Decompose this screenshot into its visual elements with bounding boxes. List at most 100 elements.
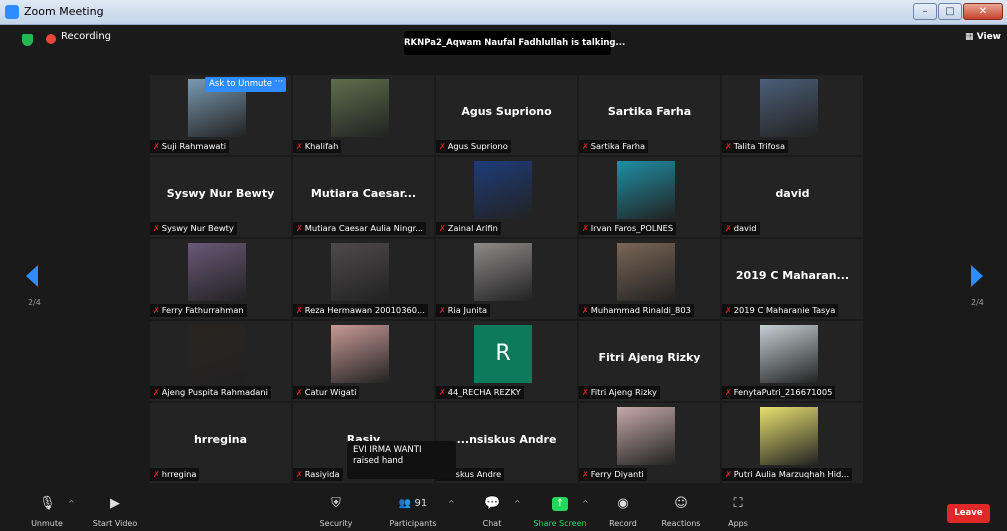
participant-name: Khalifah <box>304 141 339 151</box>
maximize-button[interactable]: □ <box>938 3 962 20</box>
participant-tile[interactable]: ✗ Ajeng Puspita Rahmadani <box>150 321 291 401</box>
apps-button[interactable]: ⛶ Apps <box>705 490 771 531</box>
microphone-muted-icon: ✗ <box>582 142 589 151</box>
participant-photo <box>331 325 389 383</box>
unmute-button[interactable]: 🎙 Unmute <box>14 490 80 531</box>
participant-tile[interactable]: Fitri Ajeng Rizky ✗ Fitri Ajeng Rizky <box>579 321 720 401</box>
participant-tile[interactable]: ✗ Putri Aulia Marzuqhah Hid... <box>722 403 863 483</box>
participant-name-label: ✗ Mutiara Caesar Aulia Ningr... <box>293 222 427 235</box>
participant-name: Suji Rahmawati <box>161 141 226 151</box>
participant-tile[interactable]: Agus Supriono ✗ Agus Supriono <box>436 75 577 155</box>
security-label: Security <box>319 519 353 528</box>
participants-caret-icon[interactable]: ^ <box>448 499 455 508</box>
participant-photo <box>188 325 246 383</box>
participant-name-label: ✗ Ajeng Puspita Rahmadani <box>150 386 271 399</box>
participant-name: Ferry Diyanti <box>590 469 644 479</box>
next-page-arrow-icon[interactable] <box>971 265 983 287</box>
microphone-muted-icon: ✗ <box>439 142 446 151</box>
minimize-button[interactable]: – <box>913 3 937 20</box>
participant-name-label: ✗ Putri Aulia Marzuqhah Hid... <box>722 468 853 481</box>
participants-count: 91 <box>414 498 428 509</box>
participant-tile[interactable]: ✗ Ferry Fathurrahman <box>150 239 291 319</box>
share-screen-icon: ↑ <box>552 497 568 511</box>
previous-page-arrow-icon[interactable] <box>26 265 38 287</box>
participant-tile[interactable]: ✗ Khalifah <box>293 75 434 155</box>
close-button[interactable]: ✕ <box>963 3 1003 20</box>
participant-photo <box>474 161 532 219</box>
microphone-muted-icon: ✗ <box>582 470 589 479</box>
participant-display-name: david <box>775 187 810 200</box>
participant-name-label: ✗ Sartika Farha <box>579 140 649 153</box>
ask-to-unmute-button[interactable]: Ask to Unmute <box>205 77 276 92</box>
microphone-muted-icon: ✗ <box>153 306 160 315</box>
participant-tile[interactable]: ✗ Talita Trifosa <box>722 75 863 155</box>
participant-name: Talita Trifosa <box>733 141 786 151</box>
participant-tile[interactable]: ✗ Reza Hermawan 20010360... <box>293 239 434 319</box>
microphone-muted-icon: ✗ <box>296 224 303 233</box>
participant-display-name: Syswy Nur Bewty <box>166 187 275 200</box>
participant-name-label: ✗ Talita Trifosa <box>722 140 789 153</box>
participant-name: Irvan Faros_POLNES <box>590 223 674 233</box>
chat-button[interactable]: 💬 Chat <box>459 490 525 531</box>
microphone-muted-icon: ✗ <box>153 142 160 151</box>
record-icon: ◉ <box>617 496 629 511</box>
participant-tile[interactable]: ...nsiskus Andre✗...skus Andre <box>436 403 577 483</box>
window-title: Zoom Meeting <box>24 5 104 18</box>
participant-name-label: ✗ Ria Junita <box>436 304 491 317</box>
grid-view-icon: ▦ <box>965 32 977 42</box>
participant-name: Ajeng Puspita Rahmadani <box>161 387 268 397</box>
participant-display-name: ...nsiskus Andre <box>456 433 557 446</box>
participant-tile[interactable]: ✗ FenytaPutri_216671005 <box>722 321 863 401</box>
participant-name-label: ✗ Suji Rahmawati <box>150 140 229 153</box>
participant-name-label: ✗ Rasiyida <box>293 468 343 481</box>
participant-tile[interactable]: ✗ Muhammad Rinaldi_803 <box>579 239 720 319</box>
participant-name-label: ✗ Khalifah <box>293 140 342 153</box>
participant-name: Mutiara Caesar Aulia Ningr... <box>304 223 424 233</box>
participant-tile[interactable]: Mutiara Caesar... ✗ Mutiara Caesar Aulia N… <box>293 157 434 237</box>
participant-tile[interactable]: hrregina ✗ hrregina <box>150 403 291 483</box>
participant-tile[interactable]: ✗ Ferry Diyanti <box>579 403 720 483</box>
participant-photo <box>331 79 389 137</box>
participant-tile[interactable]: ✗ Irvan Faros_POLNES <box>579 157 720 237</box>
audio-options-caret-icon[interactable]: ^ <box>68 499 75 508</box>
participant-tile[interactable]: ✗ Ria Junita <box>436 239 577 319</box>
recording-label[interactable]: Recording <box>61 31 111 42</box>
participant-tile[interactable]: R ✗ 44_RECHA REZKY <box>436 321 577 401</box>
participant-tile[interactable]: Sartika Farha ✗ Sartika Farha <box>579 75 720 155</box>
participant-name: Ria Junita <box>447 305 488 315</box>
zoom-app-icon <box>5 5 19 19</box>
start-video-button[interactable]: ▶ Start Video <box>82 490 148 531</box>
microphone-muted-icon: 🎙 <box>39 496 56 511</box>
participant-tile[interactable]: david ✗ david <box>722 157 863 237</box>
participant-photo <box>188 243 246 301</box>
participant-name: Catur Wigati <box>304 387 357 397</box>
view-button[interactable]: ▦ View <box>965 32 1001 42</box>
shield-icon[interactable] <box>22 34 33 46</box>
microphone-muted-icon: ✗ <box>296 470 303 479</box>
participant-photo <box>617 243 675 301</box>
security-button[interactable]: ⛨ Security <box>303 490 369 531</box>
participant-name: FenytaPutri_216671005 <box>733 387 833 397</box>
participant-photo <box>474 243 532 301</box>
participant-tile[interactable]: Syswy Nur Bewty ✗ Syswy Nur Bewty <box>150 157 291 237</box>
participant-tile[interactable]: 2019 C Maharan... ✗ 2019 C Maharanie Tasya <box>722 239 863 319</box>
participant-name: Sartika Farha <box>590 141 646 151</box>
microphone-muted-icon: ✗ <box>725 388 732 397</box>
participant-avatar-letter: R <box>474 325 532 383</box>
share-caret-icon[interactable]: ^ <box>582 499 589 508</box>
record-button[interactable]: ◉ Record <box>590 490 656 531</box>
participant-tile[interactable]: ✗ Zainal Arifin <box>436 157 577 237</box>
participant-name-label: ✗ Syswy Nur Bewty <box>150 222 237 235</box>
leave-button[interactable]: Leave <box>947 504 990 523</box>
talking-indicator: RKNPa2_Aqwam Naufal Fadhlullah is talkin… <box>404 31 625 55</box>
participants-icon: 👥 91 <box>398 498 428 509</box>
participants-button[interactable]: 👥 91 Participants <box>380 490 446 531</box>
participant-name: Fitri Ajeng Rizky <box>590 387 657 397</box>
participant-name: david <box>733 223 757 233</box>
participant-photo <box>617 407 675 465</box>
chat-caret-icon[interactable]: ^ <box>514 499 521 508</box>
more-options-button[interactable]: ··· <box>272 77 286 92</box>
participant-name: Agus Supriono <box>447 141 508 151</box>
share-screen-button[interactable]: ↑ Share Screen <box>527 490 593 531</box>
participant-tile[interactable]: ✗ Catur Wigati <box>293 321 434 401</box>
